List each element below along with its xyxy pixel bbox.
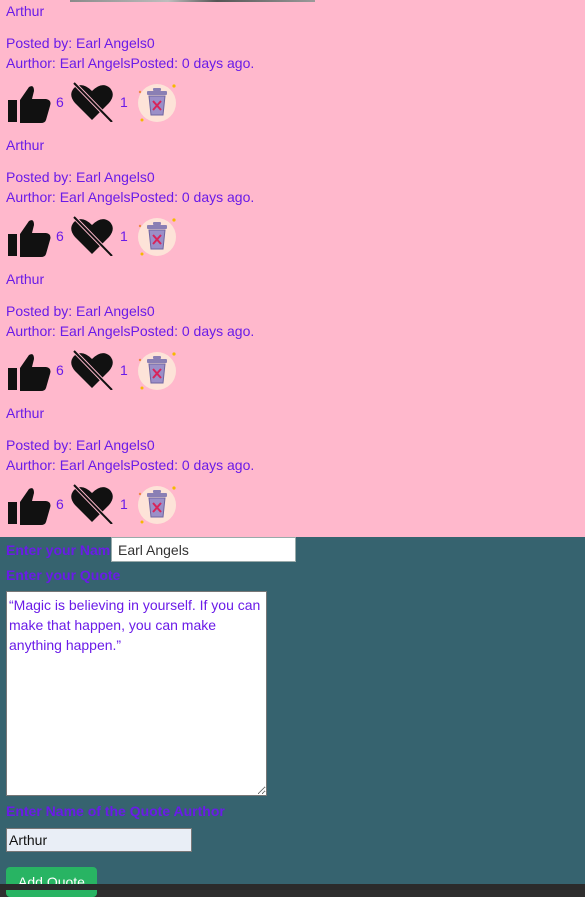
like-count: 6 bbox=[56, 496, 64, 512]
quote-actions: 6 1 bbox=[6, 484, 206, 526]
like-count: 6 bbox=[56, 228, 64, 244]
quote-meta: Aurthor: Earl AngelsPosted: 0 days ago. bbox=[6, 189, 255, 205]
posted-by: Posted by: Earl Angels0 bbox=[6, 437, 155, 453]
dislike-count: 1 bbox=[120, 362, 128, 378]
quote-author-label: Arthur bbox=[6, 3, 45, 19]
name-input[interactable] bbox=[111, 537, 296, 562]
add-quote-button[interactable]: Add Quote bbox=[6, 867, 97, 897]
like-count: 6 bbox=[56, 362, 64, 378]
heart-off-icon[interactable] bbox=[70, 82, 114, 122]
quote-author-label: Arthur bbox=[6, 137, 45, 153]
posted-by: Posted by: Earl Angels0 bbox=[6, 303, 155, 319]
thumbs-up-icon[interactable] bbox=[8, 352, 52, 392]
trash-icon[interactable] bbox=[136, 216, 178, 258]
quote-label: Enter your Quote bbox=[6, 567, 121, 583]
quote-textarea[interactable]: “Magic is believing in yourself. If you … bbox=[6, 591, 267, 796]
quote-meta: Aurthor: Earl AngelsPosted: 0 days ago. bbox=[6, 323, 255, 339]
quote-meta: Aurthor: Earl AngelsPosted: 0 days ago. bbox=[6, 457, 255, 473]
quote-author-label: Arthur bbox=[6, 271, 45, 287]
bottom-edge bbox=[0, 884, 585, 890]
quote-author-label: Arthur bbox=[6, 405, 45, 421]
dislike-count: 1 bbox=[120, 496, 128, 512]
dislike-count: 1 bbox=[120, 94, 128, 110]
like-count: 6 bbox=[56, 94, 64, 110]
add-quote-form: Enter your Name Enter your Quote “Magic … bbox=[0, 537, 585, 897]
posted-by: Posted by: Earl Angels0 bbox=[6, 169, 155, 185]
posted-by: Posted by: Earl Angels0 bbox=[6, 35, 155, 51]
quote-actions: 6 1 bbox=[6, 350, 206, 392]
thumbs-up-icon[interactable] bbox=[8, 84, 52, 124]
trash-icon[interactable] bbox=[136, 82, 178, 124]
trash-icon[interactable] bbox=[136, 484, 178, 526]
name-label: Enter your Name bbox=[6, 542, 119, 558]
thumbs-up-icon[interactable] bbox=[8, 218, 52, 258]
heart-off-icon[interactable] bbox=[70, 216, 114, 256]
heart-off-icon[interactable] bbox=[70, 350, 114, 390]
quote-list: Arthur Posted by: Earl Angels0 Aurthor: … bbox=[0, 0, 585, 537]
quote-meta: Aurthor: Earl AngelsPosted: 0 days ago. bbox=[6, 55, 255, 71]
quote-actions: 6 1 bbox=[6, 216, 206, 258]
quote-author-input[interactable] bbox=[6, 828, 192, 852]
image-edge bbox=[70, 0, 315, 2]
quote-author-label-field: Enter Name of the Quote Aurthor bbox=[6, 803, 225, 819]
dislike-count: 1 bbox=[120, 228, 128, 244]
quote-actions: 6 1 bbox=[6, 82, 206, 124]
heart-off-icon[interactable] bbox=[70, 484, 114, 524]
thumbs-up-icon[interactable] bbox=[8, 486, 52, 526]
trash-icon[interactable] bbox=[136, 350, 178, 392]
